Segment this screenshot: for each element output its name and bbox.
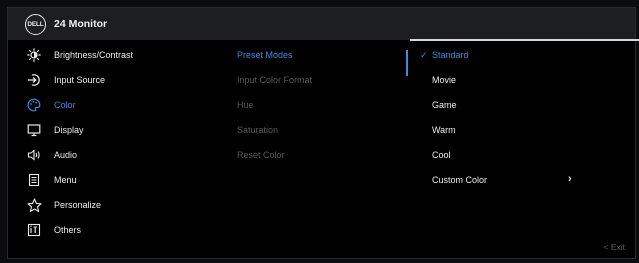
others-icon [26, 222, 42, 238]
menu-item-brightness-contrast[interactable]: Brightness/Contrast [8, 45, 198, 65]
menu-label: Input Source [54, 75, 106, 85]
menu-label: Brightness/Contrast [54, 50, 134, 60]
menu-item-personalize[interactable]: Personalize [8, 195, 198, 215]
header-underline [410, 39, 639, 41]
option-warm[interactable]: Warm [420, 120, 456, 140]
menu-label: Menu [54, 175, 77, 185]
star-icon [26, 197, 42, 213]
option-game[interactable]: Game [420, 95, 457, 115]
menu-label: Audio [54, 150, 78, 160]
option-label: Custom Color [432, 175, 488, 185]
chevron-right-icon: › [568, 173, 572, 185]
menu-item-audio[interactable]: Audio [8, 145, 198, 165]
menu-icon [26, 172, 42, 188]
option-custom-color[interactable]: Custom Color › [420, 170, 590, 190]
menu-label: Display [54, 125, 84, 135]
option-label: Cool [432, 150, 451, 160]
menu-label: Personalize [54, 200, 102, 210]
menu-item-menu[interactable]: Menu [8, 170, 198, 190]
input-source-icon [26, 72, 42, 88]
display-icon [26, 122, 42, 138]
osd-header: DELL 24 Monitor [8, 8, 635, 40]
brightness-icon [26, 47, 42, 63]
option-standard[interactable]: ✓ Standard [420, 45, 469, 65]
option-label: Game [432, 100, 457, 110]
option-label: Standard [432, 50, 469, 60]
menu-label: Others [54, 225, 82, 235]
dell-logo-text: DELL [27, 21, 44, 28]
submenu-item-saturation: Saturation [237, 125, 279, 135]
menu-label: Color [54, 100, 76, 110]
option-label: Movie [432, 75, 457, 85]
submenu-item-reset-color: Reset Color [237, 150, 285, 160]
menu-item-input-source[interactable]: Input Source [8, 70, 198, 90]
menu-item-display[interactable]: Display [8, 120, 198, 140]
exit-button[interactable]: < Exit [604, 242, 626, 252]
monitor-title: 24 Monitor [54, 18, 108, 30]
submenu-item-input-color-format: Input Color Format [237, 75, 313, 85]
option-label: Warm [432, 125, 456, 135]
monitor-osd: DELL 24 Monitor Brightness/Contrast Inpu… [7, 7, 639, 259]
submenu-item-preset-modes[interactable]: Preset Modes [237, 45, 293, 65]
menu-item-others[interactable]: Others [8, 220, 198, 240]
speaker-icon [26, 147, 42, 163]
checkmark-icon: ✓ [420, 49, 428, 60]
dell-logo: DELL [25, 14, 46, 35]
menu-item-color[interactable]: Color [8, 95, 198, 115]
submenu-item-hue: Hue [237, 100, 254, 110]
selection-divider [406, 50, 408, 76]
option-cool[interactable]: Cool [420, 145, 451, 165]
option-movie[interactable]: Movie [420, 70, 456, 90]
color-palette-icon [26, 97, 42, 113]
